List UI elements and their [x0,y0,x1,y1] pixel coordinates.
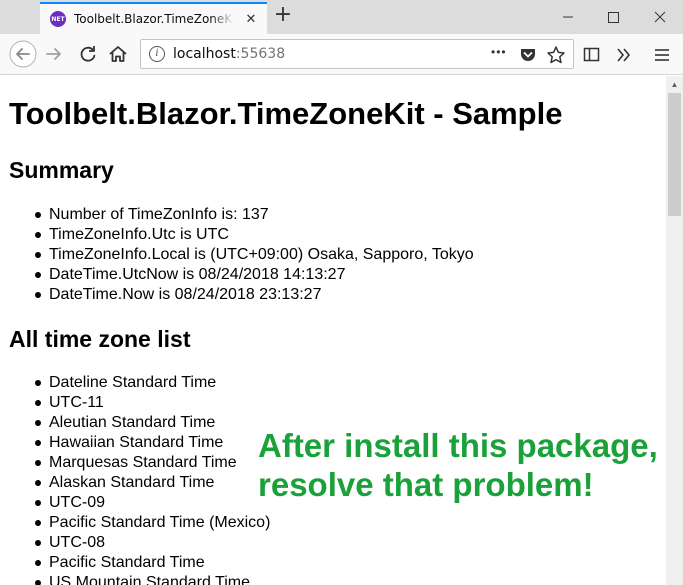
back-arrow-icon [9,40,37,68]
home-button[interactable] [104,40,132,68]
scroll-up-arrow-icon[interactable]: ▲ [666,76,683,93]
annotation-line-2: resolve that problem! [258,466,594,503]
timezone-item: Pacific Standard Time (Mexico) [34,514,271,531]
page-title: Toolbelt.Blazor.TimeZoneKit - Sample [9,96,563,131]
timezone-item: Dateline Standard Time [34,373,270,393]
sidebar-icon[interactable] [583,46,601,64]
summary-item: TimeZoneInfo.Local is (UTC+09:00) Osaka,… [35,246,474,263]
page-actions-menu-icon[interactable]: ••• [491,45,507,59]
timezone-item: UTC-08 [34,533,270,553]
forward-button[interactable] [40,40,68,68]
overflow-chevron-icon[interactable] [615,46,633,64]
scroll-thumb[interactable] [668,93,681,216]
navigation-bar: i localhost:55638 ••• [0,34,683,75]
url-port: :55638 [235,46,286,62]
summary-item: DateTime.UtcNow is 08/24/2018 14:13:27 [35,265,474,285]
timezone-item: Marquesas Standard Time [34,453,270,473]
hamburger-menu-icon[interactable] [654,47,670,63]
summary-heading: Summary [9,157,114,183]
url-text[interactable]: localhost:55638 [173,46,285,62]
url-host: localhost [173,46,236,62]
summary-item: Number of TimeZonInfo is: 137 [35,205,474,225]
summary-list: Number of TimeZonInfo is: 137 TimeZoneIn… [35,205,474,305]
reload-button[interactable] [74,40,102,68]
timezone-list-heading: All time zone list [9,326,191,352]
page-content: Toolbelt.Blazor.TimeZoneKit - Sample Sum… [0,76,666,585]
timezone-item: Alaskan Standard Time [34,473,270,493]
forward-arrow-icon [46,48,61,60]
timezone-list: Dateline Standard Time UTC-11 Aleutian S… [34,373,271,585]
timezone-item: Aleutian Standard Time [34,413,270,433]
site-info-icon[interactable]: i [149,46,165,62]
reload-icon [80,46,96,62]
annotation-line-1: After install this package, [258,427,658,464]
url-bar[interactable]: i localhost:55638 ••• [140,39,574,69]
timezone-item: US Mountain Standard Time [34,573,270,585]
timezone-item: Pacific Standard Time [34,553,270,573]
vertical-scrollbar[interactable]: ▲ [666,76,683,585]
summary-item: DateTime.Now is 08/24/2018 23:13:27 [35,285,474,305]
pocket-icon[interactable] [519,46,537,64]
annotation-overlay: After install this package, resolve that… [258,426,658,504]
window-controls [560,0,683,34]
bookmark-star-icon[interactable] [546,45,566,65]
summary-item: TimeZoneInfo.Utc is UTC [35,225,474,245]
timezone-item: UTC-11 [34,393,270,413]
back-button[interactable] [9,40,37,68]
home-icon [109,46,127,62]
timezone-item: Hawaiian Standard Time [34,433,270,453]
timezone-item: UTC-09 [34,493,270,513]
